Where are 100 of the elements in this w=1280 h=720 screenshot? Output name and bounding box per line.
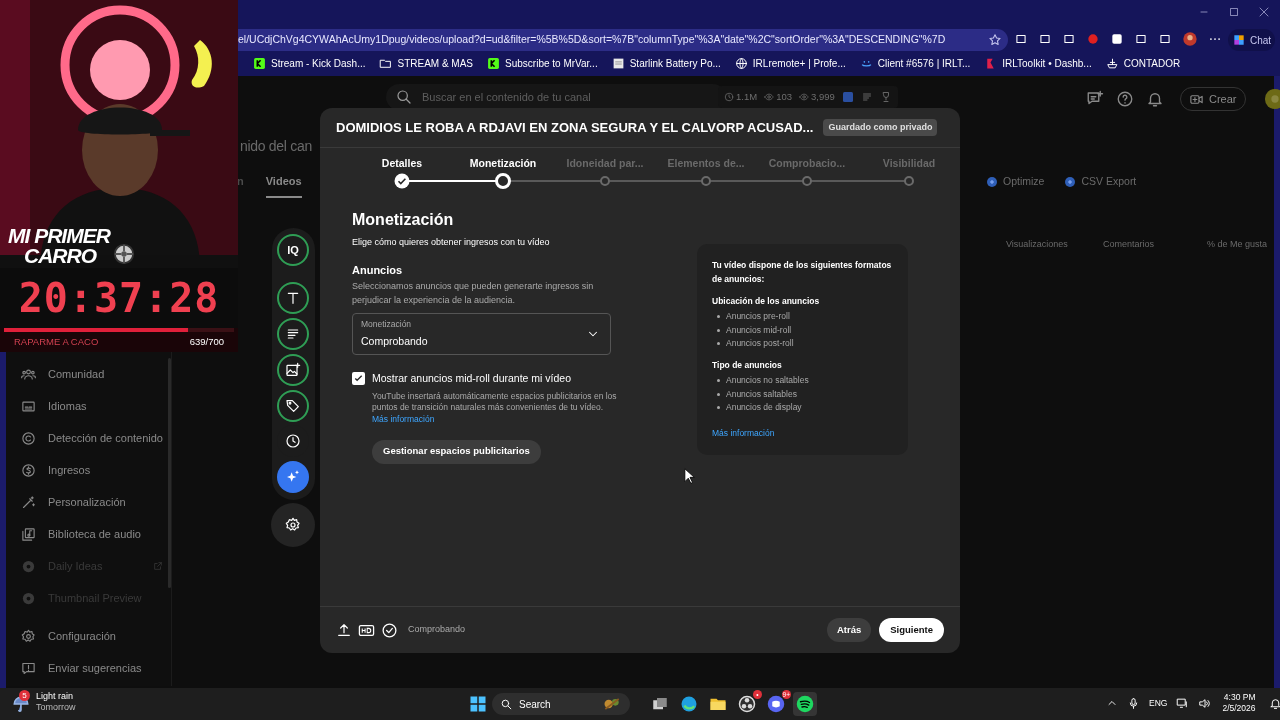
network-icon[interactable] [1176,696,1190,710]
bookmark-link[interactable]: IRLremote+ | Profe... [734,56,846,71]
info-list-item: Anuncios no saltables [726,374,809,388]
folder-icon [379,57,393,70]
column-header[interactable]: Comentarios [1103,238,1207,252]
external-link-icon [153,561,163,571]
settings-icon [21,628,36,644]
toolbar-link[interactable]: CSV Export [1064,174,1137,190]
sidebar-item[interactable]: Biblioteca de audio [6,518,171,550]
chat-button[interactable]: Chat [1228,29,1276,51]
bullet-icon [717,328,720,332]
spotify-icon[interactable] [796,695,814,713]
edge-browser-icon[interactable] [680,695,698,713]
wheel-icon [112,243,135,265]
overlay-banner-text: MI PRIMER [8,226,110,246]
obs-icon[interactable] [738,695,756,713]
globe-icon [734,57,748,70]
notification-badge: 5 [19,690,30,701]
magic-wand-icon [21,494,36,510]
learn-more-link[interactable]: Más información [712,426,775,440]
bookmark-link[interactable]: STREAM & MAS [379,56,474,71]
restore-icon[interactable] [1228,6,1240,18]
column-header[interactable]: Visualizaciones [1006,238,1103,252]
text-icon [285,290,301,306]
bookmark-link[interactable]: Client #6576 | IRLT... [859,56,971,71]
page-title: nido del can [240,137,312,156]
notifications-icon[interactable] [1268,696,1280,710]
checkbox-label: Mostrar anuncios mid-roll durante mi vídeo [372,371,572,386]
account-avatar-icon[interactable] [1263,88,1280,110]
sidebar-item[interactable]: Configuración [6,620,171,652]
overlay-banner-text: CARRO [23,246,98,266]
sidebar-item[interactable]: Detección de contenido [6,422,171,454]
address-bar[interactable]: el/UCdjChVg4CYWAhAcUmy1Dpug/videos/upload?d=ud&filter=%5B%5D&sort=%7B"columnType"%3A"date"%2C"sortOrder"%3A"DESCENDING"%7D [238,29,1008,51]
monetization-dropdown[interactable]: Monetización Comprobando [352,313,611,355]
eye-icon [764,92,775,102]
profile-avatar-icon[interactable] [1182,31,1198,47]
stat-value: 103 [776,89,792,104]
bullet-icon [717,406,720,410]
subsection-text: Seleccionamos anuncios que pueden generarte ingresos sin perjudicar la experiencia de la audiencia. [352,280,595,307]
star-icon[interactable] [988,33,1002,47]
tab[interactable]: Videos [265,173,302,198]
subtitles-icon [21,398,36,414]
goal-count: 639/700 [189,334,224,349]
weather-widget[interactable]: 5 Light rain Tomorrow [12,691,76,713]
info-group-title: Ubicación de los anuncios [712,295,821,308]
settings-icon [285,517,301,533]
stat-value: 3,999 [811,89,835,104]
cursor-icon [684,467,696,486]
bookmark-link[interactable]: Stream - Kick Dash... [253,56,366,71]
checkbox[interactable] [352,372,365,385]
people-icon [21,366,36,382]
back-button[interactable]: Atrás [826,618,872,642]
language-indicator[interactable]: ENG [1149,696,1168,710]
close-icon[interactable] [1258,6,1270,18]
info-list-item: Anuncios de display [726,401,802,415]
bullet-icon [717,379,720,383]
search-placeholder: Buscar en el contenido de tu canal [422,89,591,105]
stat-value: 1.1M [736,89,758,104]
clock[interactable]: 4:30 PM 2/5/2026 [1222,692,1256,714]
toolbar-link[interactable]: Optimize [986,174,1045,190]
tag-icon [285,398,301,414]
bookmark-link[interactable]: Starlink Battery Po... [611,56,721,71]
sidebar-item[interactable]: Ingresos [6,454,171,486]
square-icon[interactable] [1110,32,1124,46]
start-icon[interactable] [469,695,487,713]
manage-ads-button[interactable]: Gestionar espacios publicitarios [372,439,541,464]
check-circle-icon [381,621,398,639]
learn-more-link[interactable]: Más información [372,412,435,426]
sidebar-item[interactable]: Personalización [6,486,171,518]
bookmark-link[interactable]: CONTADOR [1105,56,1181,71]
badge-icon[interactable] [1086,32,1100,46]
eye-icon [799,92,809,102]
next-button[interactable]: Siguiente [879,618,944,642]
section-subtitle: Elige cómo quieres obtener ingresos con tu vídeo [352,236,551,249]
sidebar-item[interactable]: Idiomas [6,390,171,422]
sidebar-item[interactable]: Comunidad [6,358,171,390]
upload-status: Comprobando [408,623,467,637]
bullet-icon [717,342,720,345]
column-header[interactable]: % de Me gusta [1207,238,1268,252]
info-list-item: Anuncios mid-roll [726,323,792,337]
discord-icon[interactable] [767,695,785,713]
microphone-icon[interactable] [1127,696,1140,710]
sidebar-item[interactable]: Enviar sugerencias [6,652,171,684]
step-label[interactable]: Detalles [381,156,423,172]
taskbar-search[interactable]: Search [492,693,630,715]
add-image-icon [285,362,301,378]
step-label[interactable]: Monetización [469,156,537,172]
dollar-icon [21,462,36,478]
notifications-icon[interactable] [1146,90,1164,108]
bookmark-link[interactable]: Subscribe to MrVar... [487,56,598,71]
bullet-icon [717,315,720,318]
info-group-title: Tipo de anuncios [712,359,783,372]
checkmark-icon [353,373,364,384]
bookmark-link[interactable]: IRLToolkit • Dashb... [984,56,1092,71]
feedback-icon [21,660,36,676]
ship-logo-icon [1105,57,1119,70]
countdown-timer: 20:37:28 [18,274,220,323]
url-text: el/UCdjChVg4CYWAhAcUmy1Dpug/videos/upload?d=ud&filter=%5B%5D&sort=%7B"columnType"%3A"date"%2C"sortOrder"%3A"DESCENDING"%7D [238,32,947,48]
help-icon[interactable] [1116,90,1134,108]
volume-icon[interactable] [1198,696,1212,710]
